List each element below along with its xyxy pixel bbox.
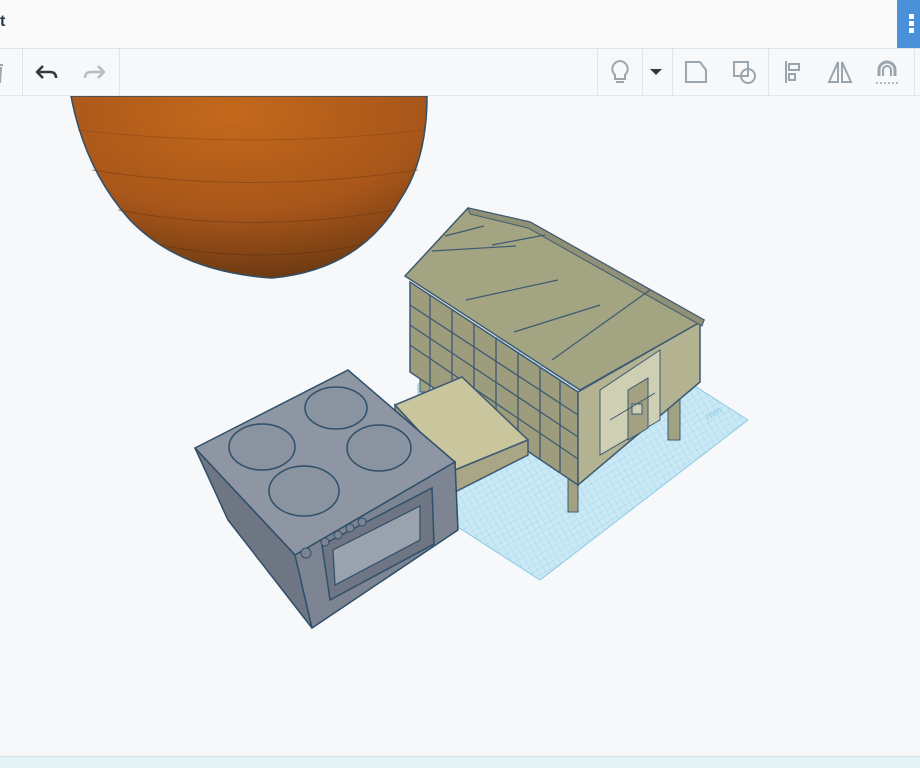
align-icon [785, 61, 800, 83]
mirror-icon [827, 61, 853, 83]
title-bar: t [0, 0, 920, 49]
undo-button[interactable] [29, 54, 65, 90]
trash-icon [0, 62, 3, 83]
window-title: t [0, 13, 6, 30]
ungroup-icon [733, 61, 756, 84]
group-icon [685, 61, 707, 83]
ungroup-button[interactable] [726, 54, 762, 90]
workplane-viewport[interactable]: mm [0, 96, 920, 756]
caret-down-icon [650, 69, 662, 75]
sphere-shape[interactable] [70, 96, 428, 279]
lightbulb-icon [611, 59, 629, 83]
grid-icon [909, 14, 914, 19]
bottom-status-bar [0, 756, 920, 768]
notes-button[interactable] [602, 54, 638, 90]
redo-icon [83, 65, 106, 79]
delete-button[interactable] [0, 54, 14, 90]
mirror-button[interactable] [822, 54, 858, 90]
group-button[interactable] [678, 54, 714, 90]
grid-view-button[interactable] [897, 0, 920, 48]
magnet-button[interactable] [869, 54, 905, 90]
redo-button[interactable] [76, 54, 112, 90]
align-button[interactable] [776, 54, 812, 90]
undo-icon [35, 65, 58, 79]
magnet-icon [876, 60, 898, 84]
toolbar [0, 49, 920, 96]
notes-menu-button[interactable] [638, 54, 674, 90]
